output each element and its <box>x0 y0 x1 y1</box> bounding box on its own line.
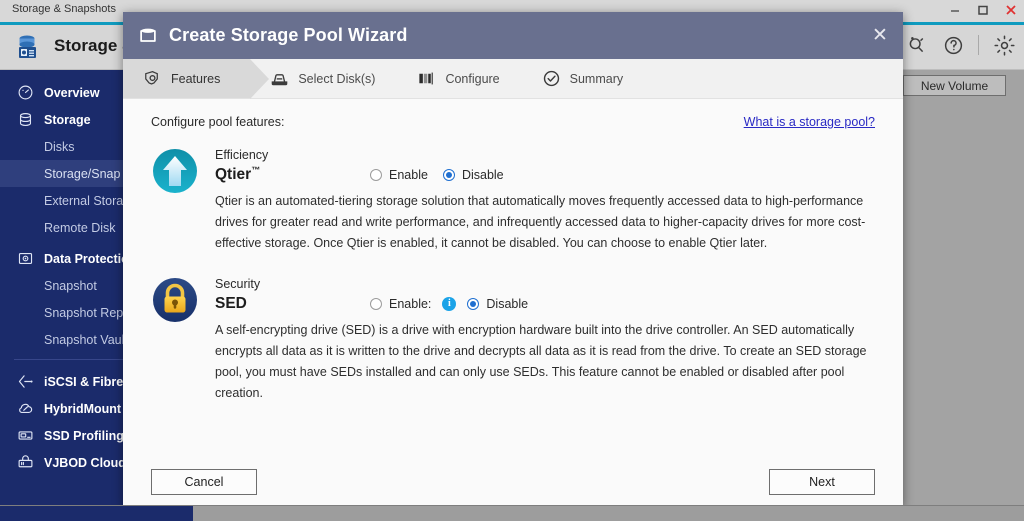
qtier-arrow-icon <box>151 147 199 195</box>
settings-icon[interactable] <box>992 33 1016 57</box>
ssd-icon <box>16 427 34 445</box>
wizard-steps: Features Select Disk(s) Configure Summar… <box>123 59 903 99</box>
hybridmount-icon <box>16 400 34 418</box>
dialog-titlebar: Create Storage Pool Wizard ✕ <box>123 12 903 59</box>
sidebar-item-label: Remote Disk <box>44 220 116 235</box>
wizard-step-select-disks[interactable]: Select Disk(s) <box>250 59 397 98</box>
wizard-step-label: Select Disk(s) <box>298 71 376 86</box>
sidebar-item-label: External Stora <box>44 193 124 208</box>
configure-bars-icon <box>417 69 436 88</box>
feature-head-qtier: Qtier™ Enable Disable <box>215 165 875 184</box>
sidebar-item-label: VJBOD Cloud <box>44 455 126 470</box>
dialog-title: Create Storage Pool Wizard <box>169 25 408 45</box>
check-circle-icon <box>542 69 561 88</box>
info-icon[interactable]: i <box>442 296 457 311</box>
dialog-body: Configure pool features: What is a stora… <box>123 99 903 457</box>
wizard-step-summary[interactable]: Summary <box>522 59 645 98</box>
sed-radio-group: Enable: i Disable <box>370 296 529 311</box>
iscsi-icon <box>16 373 34 391</box>
toolbar-divider <box>978 35 979 55</box>
qtier-disable-label: Disable <box>461 167 504 182</box>
sed-disable-radio[interactable] <box>467 297 480 310</box>
close-icon[interactable] <box>1004 2 1018 18</box>
feature-category: Efficiency <box>215 148 269 162</box>
wizard-step-label: Configure <box>445 71 500 86</box>
taskbar-strip <box>0 505 1024 521</box>
sed-lock-icon <box>151 276 199 324</box>
sidebar-item-label: Data Protectio <box>44 251 129 266</box>
configure-pool-features-label: Configure pool features: <box>151 115 285 129</box>
wizard-step-features[interactable]: Features <box>123 59 270 99</box>
sidebar-item-label: Snapshot Vaul <box>44 332 125 347</box>
wizard-step-label: Features <box>171 71 221 86</box>
next-button[interactable]: Next <box>769 469 875 495</box>
new-volume-button[interactable]: New Volume <box>903 75 1006 96</box>
feature-main-qtier: Efficiency Qtier™ Enable Disable Qtier i… <box>215 147 875 254</box>
dialog-close-icon[interactable]: ✕ <box>869 24 891 46</box>
qtier-radio-group: Enable Disable <box>370 168 504 182</box>
gear-octagon-icon <box>143 69 162 88</box>
header-toolbar <box>904 33 1016 57</box>
sed-enable-label: Enable: <box>389 296 432 311</box>
gauge-icon <box>16 84 34 102</box>
taskbar-accent <box>0 506 193 521</box>
maximize-icon[interactable] <box>976 2 990 18</box>
wizard-step-configure[interactable]: Configure <box>397 59 521 98</box>
help-icon[interactable] <box>941 33 965 57</box>
feature-category: Security <box>215 277 261 292</box>
feature-description-sed: A self-encrypting drive (SED) is a drive… <box>215 323 867 401</box>
search-plus-icon[interactable] <box>904 33 928 57</box>
feature-row-qtier: Efficiency Qtier™ Enable Disable Qtier i… <box>151 147 875 254</box>
feature-name-sed: SED <box>215 295 247 313</box>
what-is-storage-pool-link[interactable]: What is a storage pool? <box>744 115 875 129</box>
feature-main-sed: Security SED Enable: i Disable A self-en… <box>215 276 875 404</box>
database-icon <box>16 111 34 129</box>
feature-head-sed: SED Enable: i Disable <box>215 294 875 313</box>
feature-description-qtier: Qtier is an automated-tiering storage so… <box>215 194 866 251</box>
create-storage-pool-wizard-dialog: Create Storage Pool Wizard ✕ Features Se… <box>123 12 903 507</box>
storage-pool-icon <box>137 25 159 47</box>
dialog-footer: Cancel Next <box>123 457 903 507</box>
storage-snapshots-icon <box>14 31 44 61</box>
sidebar-item-label: Storage/Snap <box>44 166 121 181</box>
qtier-enable-label: Enable <box>389 167 428 182</box>
sidebar-item-label: Disks <box>44 139 75 154</box>
feature-row-sed: Security SED Enable: i Disable A self-en… <box>151 276 875 404</box>
minimize-icon[interactable] <box>948 2 962 18</box>
shield-camera-icon <box>16 250 34 268</box>
os-window-title: Storage & Snapshots <box>12 3 116 15</box>
cancel-button[interactable]: Cancel <box>151 469 257 495</box>
sidebar-item-label: Storage <box>44 112 91 127</box>
sed-disable-label: Disable <box>486 296 529 311</box>
qtier-enable-radio[interactable] <box>370 168 382 181</box>
sidebar-item-label: Snapshot <box>44 278 97 293</box>
qtier-disable-radio[interactable] <box>442 168 455 181</box>
window-controls <box>948 2 1018 18</box>
feature-name-qtier: Qtier™ <box>215 165 261 184</box>
sidebar-item-label: Overview <box>44 85 100 100</box>
screen: Storage & Snapshots Storage & S Overview… <box>0 0 1024 521</box>
sidebar-item-label: Snapshot Repl <box>44 305 127 320</box>
sidebar-item-label: HybridMount <box>44 401 122 416</box>
body-top-row: Configure pool features: What is a stora… <box>151 115 875 129</box>
disk-icon <box>270 69 289 88</box>
wizard-step-label: Summary <box>569 71 624 86</box>
sidebar-item-label: SSD Profiling <box>44 428 124 443</box>
sidebar-item-label: iSCSI & Fibre ( <box>44 374 131 389</box>
vjbod-cloud-icon <box>16 454 34 472</box>
sed-enable-radio[interactable] <box>370 297 382 310</box>
